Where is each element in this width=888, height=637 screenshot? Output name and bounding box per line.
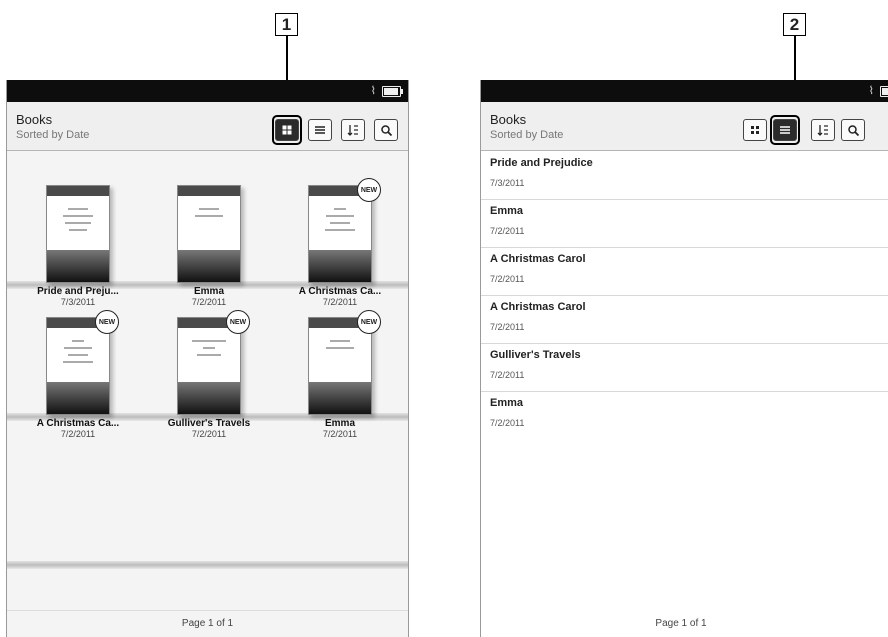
list-item[interactable]: Pride and Prejudice 7/3/2011: [481, 151, 888, 200]
book-title: Pride and Prejudice: [490, 157, 593, 169]
book-cover: [46, 185, 110, 283]
sort-icon: [817, 125, 828, 136]
battery-icon: [382, 86, 403, 97]
search-button[interactable]: [841, 119, 865, 141]
book-date: 7/2/2011: [490, 418, 525, 428]
book-title: Emma: [193, 286, 224, 297]
book-title: Pride and Preju...: [37, 286, 119, 297]
sort-button[interactable]: [811, 119, 835, 141]
book-cover: [177, 185, 241, 283]
book-date: 7/2/2011: [322, 429, 358, 439]
page-title: Books: [16, 112, 53, 127]
status-bar: ⌇: [7, 80, 408, 102]
shelf: [7, 561, 408, 569]
book-date: 7/2/2011: [191, 297, 227, 307]
list-item[interactable]: Emma 7/2/2011: [481, 199, 888, 248]
sort-button[interactable]: [341, 119, 365, 141]
list-icon: [780, 126, 790, 134]
search-button[interactable]: [374, 119, 398, 141]
book-date: 7/2/2011: [322, 297, 358, 307]
book-list: Pride and Prejudice 7/3/2011 Emma 7/2/20…: [481, 151, 888, 611]
book-tile[interactable]: NEW A Christmas Ca... 7/2/2011: [13, 310, 143, 439]
book-date: 7/2/2011: [490, 322, 525, 332]
battery-icon: [880, 86, 888, 97]
page-indicator: Page 1 of 1: [481, 611, 881, 637]
book-grid: Pride and Preju... 7/3/2011 Emma 7/2/201…: [7, 151, 408, 611]
book-tile[interactable]: NEW Emma 7/2/2011: [275, 310, 405, 439]
new-badge: NEW: [95, 310, 119, 334]
page-indicator: Page 1 of 1: [7, 610, 408, 637]
book-tile[interactable]: NEW A Christmas Ca... 7/2/2011: [275, 178, 405, 307]
new-badge: NEW: [226, 310, 250, 334]
grid-icon: [282, 125, 292, 135]
book-tile[interactable]: Emma 7/2/2011: [144, 185, 274, 307]
sort-status: Sorted by Date: [16, 129, 90, 141]
book-tile[interactable]: NEW Gulliver's Travels 7/2/2011: [144, 310, 274, 439]
list-view-button[interactable]: [773, 119, 797, 141]
book-title: A Christmas Carol: [490, 301, 586, 313]
book-cover: NEW: [46, 310, 119, 415]
list-item[interactable]: A Christmas Carol 7/2/2011: [481, 295, 888, 344]
reader-screen-thumbnail-view: ⌇ Books Sorted by Date Pride and Preju..…: [6, 80, 409, 637]
grid-icon: [751, 126, 759, 134]
book-title: Emma: [324, 418, 355, 429]
book-title: A Christmas Ca...: [36, 418, 120, 429]
book-title: Emma: [490, 397, 524, 409]
list-item[interactable]: A Christmas Carol 7/2/2011: [481, 247, 888, 296]
library-header: Books Sorted by Date: [7, 102, 408, 151]
book-cover: NEW: [308, 178, 381, 283]
new-badge: NEW: [357, 310, 381, 334]
list-item[interactable]: Gulliver's Travels 7/2/2011: [481, 343, 888, 392]
status-bar: ⌇: [481, 80, 888, 102]
wifi-icon: ⌇: [868, 85, 874, 97]
thumbnail-view-button[interactable]: [275, 119, 299, 141]
sort-icon: [347, 125, 358, 136]
list-view-button[interactable]: [308, 119, 332, 141]
search-icon: [380, 124, 392, 136]
book-title: A Christmas Ca...: [298, 286, 382, 297]
reader-screen-list-view: ⌇ Books Sorted by Date Pride and Prejudi…: [480, 80, 888, 637]
wifi-icon: ⌇: [370, 85, 376, 97]
book-cover: NEW: [308, 310, 381, 415]
list-icon: [315, 126, 325, 134]
list-item[interactable]: Emma 7/2/2011: [481, 391, 888, 439]
book-date: 7/3/2011: [490, 178, 525, 188]
book-date: 7/2/2011: [490, 370, 525, 380]
book-date: 7/2/2011: [490, 274, 525, 284]
book-date: 7/2/2011: [490, 226, 525, 236]
book-tile[interactable]: Pride and Preju... 7/3/2011: [13, 185, 143, 307]
thumbnail-view-button[interactable]: [743, 119, 767, 141]
library-header: Books Sorted by Date: [481, 102, 888, 151]
book-date: 7/2/2011: [60, 429, 96, 439]
book-title: Gulliver's Travels: [490, 349, 581, 361]
book-cover: NEW: [177, 310, 250, 415]
callout-2: 2: [783, 13, 806, 36]
sort-status: Sorted by Date: [490, 129, 564, 141]
page-title: Books: [490, 112, 527, 127]
book-title: Emma: [490, 205, 524, 217]
callout-1: 1: [275, 13, 298, 36]
search-icon: [847, 124, 859, 136]
book-title: Gulliver's Travels: [167, 418, 251, 429]
new-badge: NEW: [357, 178, 381, 202]
book-date: 7/2/2011: [191, 429, 227, 439]
book-title: A Christmas Carol: [490, 253, 586, 265]
book-date: 7/3/2011: [60, 297, 96, 307]
